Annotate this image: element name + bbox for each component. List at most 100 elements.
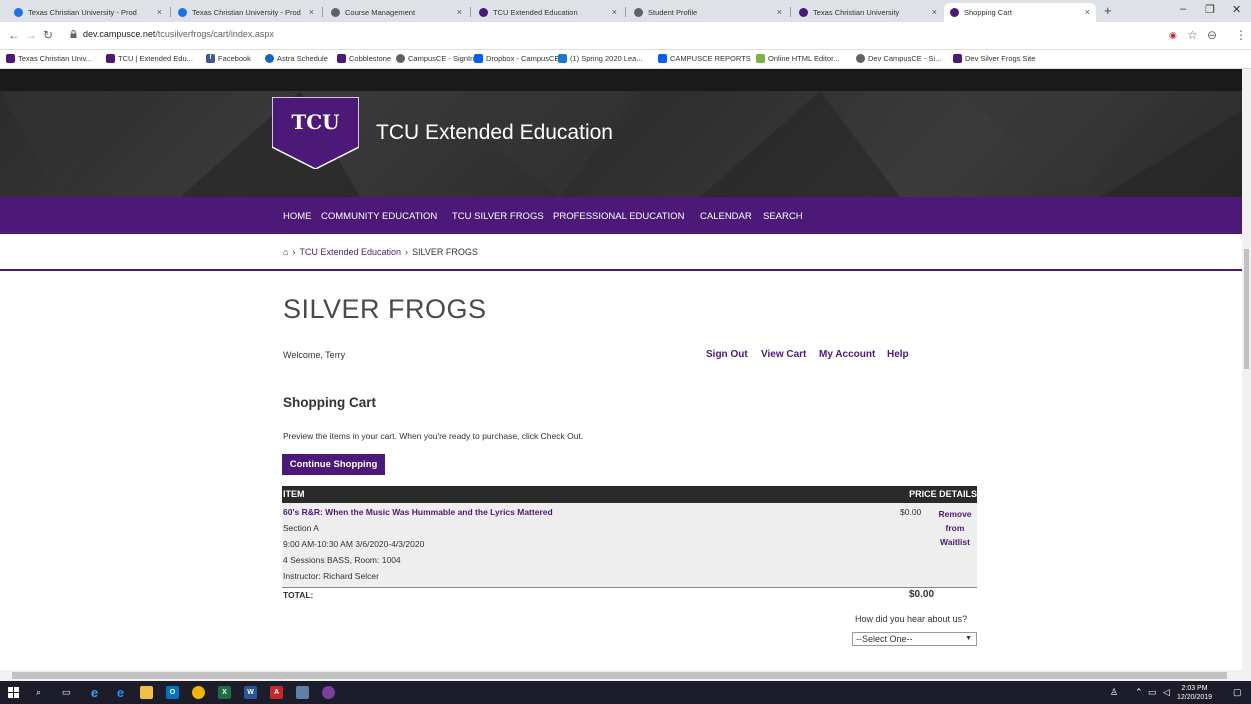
windows-start-icon[interactable]	[8, 687, 19, 698]
tab-title: Texas Christian University - Prod	[192, 8, 301, 17]
help-link[interactable]: Help	[887, 349, 909, 360]
app-icon[interactable]	[322, 686, 335, 699]
close-window-button[interactable]: ✕	[1232, 3, 1241, 16]
bookmark-item[interactable]: Online HTML Editor...	[756, 54, 839, 63]
course-section: Section A	[283, 523, 319, 533]
horizontal-scrollbar[interactable]	[0, 670, 1251, 681]
search-icon[interactable]: ⌕	[36, 687, 41, 698]
dropbox-icon	[474, 54, 483, 63]
edge-icon[interactable]: e	[88, 686, 101, 699]
scrollbar-thumb[interactable]	[1244, 249, 1249, 369]
course-schedule: 9:00 AM-10:30 AM 3/6/2020-4/3/2020	[283, 539, 425, 549]
breadcrumb-link[interactable]: TCU Extended Education	[299, 247, 401, 257]
nav-community-education[interactable]: COMMUNITY EDUCATION	[321, 211, 437, 222]
welcome-text: Welcome, Terry	[283, 350, 346, 360]
chrome-icon[interactable]	[192, 686, 205, 699]
referral-selected-value: --Select One--	[856, 634, 913, 644]
excel-icon[interactable]: X	[218, 686, 231, 699]
referral-select[interactable]: --Select One-- ▼	[852, 632, 977, 646]
chevron-up-icon[interactable]: ⌃	[1135, 687, 1143, 698]
ie-icon[interactable]: e	[114, 686, 127, 699]
nav-professional-education[interactable]: PROFESSIONAL EDUCATION	[553, 211, 684, 222]
maximize-button[interactable]: ❐	[1205, 3, 1215, 16]
tcu-logo[interactable]: TCU	[272, 97, 359, 169]
minimize-button[interactable]: –	[1180, 3, 1186, 15]
nav-tcu-silver-frogs[interactable]: TCU SILVER FROGS	[452, 211, 544, 222]
url-field[interactable]: dev.campusce.net/tcusilverfrogs/cart/ind…	[83, 29, 274, 39]
browser-tab[interactable]: Texas Christian University ×	[793, 3, 943, 22]
nav-search[interactable]: SEARCH	[763, 211, 803, 222]
browser-tab-active[interactable]: Shopping Cart ×	[944, 3, 1096, 22]
vertical-scrollbar[interactable]	[1242, 69, 1251, 670]
tcu-favicon-icon	[106, 54, 115, 63]
bookmark-item[interactable]: CampusCE - SignIn	[396, 54, 474, 63]
editor-icon	[756, 54, 765, 63]
breadcrumb: ⌂ › TCU Extended Education › SILVER FROG…	[283, 247, 478, 257]
cart-heading: Shopping Cart	[283, 395, 376, 410]
globe-icon	[396, 54, 405, 63]
profile-icon[interactable]: ⊖	[1207, 28, 1217, 42]
forward-arrow-icon[interactable]: →	[25, 28, 37, 42]
tab-close-icon[interactable]: ×	[457, 7, 462, 17]
bookmark-item[interactable]: Cobblestone	[337, 54, 391, 63]
taskbar-clock[interactable]: 2:03 PM 12/20/2019	[1177, 684, 1212, 702]
nav-calendar[interactable]: CALENDAR	[700, 211, 752, 222]
bookmark-item[interactable]: Dropbox - CampusCE	[474, 54, 559, 63]
browser-tab[interactable]: Texas Christian University - Prod ×	[172, 3, 320, 22]
reload-icon[interactable]: ↻	[43, 28, 53, 42]
people-icon[interactable]: ♙	[1110, 687, 1118, 698]
browser-tab[interactable]: Texas Christian University - Prod ×	[8, 3, 168, 22]
browser-tab[interactable]: Course Management ×	[325, 3, 468, 22]
breadcrumb-separator: ›	[405, 247, 408, 257]
view-cart-link[interactable]: View Cart	[761, 349, 806, 360]
tab-close-icon[interactable]: ×	[777, 7, 782, 17]
divider	[0, 269, 1242, 271]
bookmark-item[interactable]: f Facebook	[206, 54, 251, 63]
tab-close-icon[interactable]: ×	[1085, 7, 1090, 17]
top-strip	[0, 69, 1242, 91]
tab-close-icon[interactable]: ×	[157, 7, 162, 17]
new-tab-button[interactable]: +	[1104, 3, 1112, 18]
course-title-link[interactable]: 60's R&R: When the Music Was Hummable an…	[283, 507, 553, 517]
back-arrow-icon[interactable]: ←	[8, 28, 20, 42]
calendar-icon	[558, 54, 567, 63]
browser-tab[interactable]: TCU Extended Education ×	[473, 3, 623, 22]
file-explorer-icon[interactable]	[140, 686, 153, 699]
task-view-icon[interactable]: ▭	[62, 687, 71, 698]
my-account-link[interactable]: My Account	[819, 349, 875, 360]
menu-kebab-icon[interactable]: ⋮	[1235, 28, 1247, 42]
item-price: $0.00	[900, 507, 922, 517]
bookmark-item[interactable]: Texas Christian Univ...	[6, 54, 92, 63]
bookmark-item[interactable]: CAMPUSCE REPORTS	[658, 54, 751, 63]
course-instructor: Instructor: Richard Selcer	[283, 571, 379, 581]
scrollbar-thumb[interactable]	[12, 672, 1227, 679]
nav-home[interactable]: HOME	[283, 211, 312, 222]
network-icon[interactable]: ▭	[1148, 687, 1157, 698]
tab-close-icon[interactable]: ×	[612, 7, 617, 17]
tab-title: TCU Extended Education	[493, 8, 578, 17]
outlook-icon[interactable]: O	[166, 686, 179, 699]
divider	[282, 587, 977, 588]
remove-from-waitlist-link[interactable]: Remove from Waitlist	[932, 507, 978, 549]
tab-close-icon[interactable]: ×	[309, 7, 314, 17]
column-header-price: PRICE DETAILS	[909, 489, 977, 499]
bookmark-item[interactable]: TCU | Extended Edu...	[106, 54, 193, 63]
extension-icon[interactable]: ◉	[1169, 30, 1177, 41]
page-title: SILVER FROGS	[283, 294, 487, 324]
bookmark-item[interactable]: Astra Schedule	[265, 54, 328, 63]
acrobat-icon[interactable]: A	[270, 686, 283, 699]
notifications-icon[interactable]: ▢	[1233, 687, 1242, 698]
tab-close-icon[interactable]: ×	[932, 7, 937, 17]
bookmark-item[interactable]: Dev CampusCE - Si...	[856, 54, 941, 63]
sign-out-link[interactable]: Sign Out	[706, 349, 748, 360]
volume-icon[interactable]: ◁	[1163, 687, 1170, 698]
word-icon[interactable]: W	[244, 686, 257, 699]
bookmark-item[interactable]: (1) Spring 2020 Lea...	[558, 54, 643, 63]
star-bookmark-icon[interactable]: ☆	[1187, 28, 1198, 42]
site-brand[interactable]: TCU Extended Education	[376, 121, 613, 145]
browser-tab[interactable]: Student Profile ×	[628, 3, 788, 22]
continue-shopping-button[interactable]: Continue Shopping	[282, 454, 385, 475]
app-icon[interactable]	[296, 686, 309, 699]
home-icon[interactable]: ⌂	[283, 247, 288, 257]
bookmark-item[interactable]: Dev Silver Frogs Site	[953, 54, 1035, 63]
